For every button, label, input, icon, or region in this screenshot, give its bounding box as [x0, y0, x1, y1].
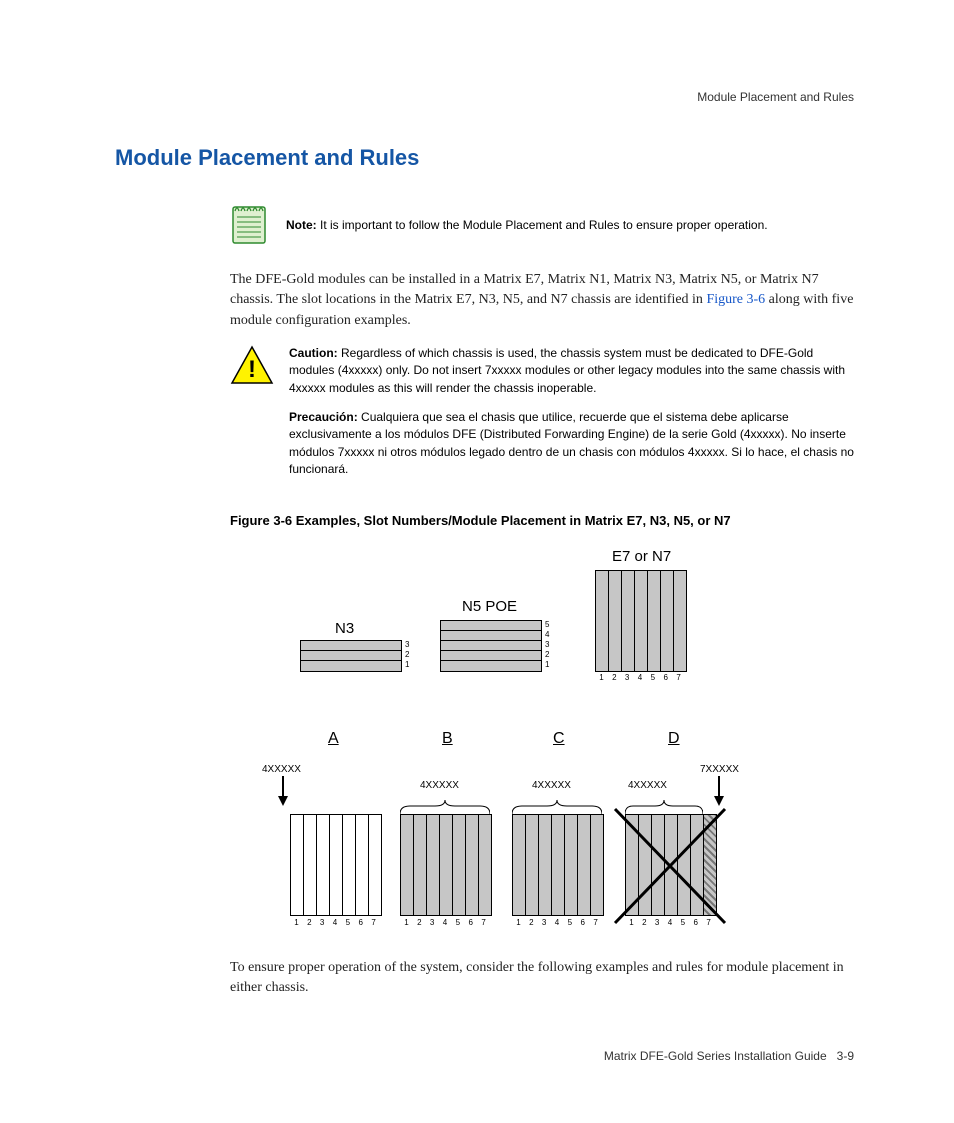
notepad-icon	[230, 201, 268, 245]
slot-num: 6	[576, 918, 589, 927]
e7-slot-numbers: 1 2 3 4 5 6 7	[595, 673, 685, 682]
figure-link[interactable]: Figure 3-6	[706, 292, 765, 307]
slot-num: 3	[405, 640, 409, 650]
slot-num: 2	[303, 918, 316, 927]
slot-num: 3	[316, 918, 329, 927]
e7-chassis	[595, 570, 687, 672]
slot-num: 7	[589, 918, 602, 927]
slot-num: 2	[525, 918, 538, 927]
example-a-box	[290, 814, 382, 916]
slot-num: 7	[672, 673, 685, 682]
slot-num: 1	[545, 660, 549, 670]
example-b-nums: 1234567	[400, 918, 490, 927]
example-d-letter: D	[668, 730, 680, 748]
footer-book: Matrix DFE-Gold Series Installation Guid…	[604, 1049, 827, 1063]
slot-num: 4	[329, 918, 342, 927]
intro-paragraph: The DFE-Gold modules can be installed in…	[230, 270, 854, 331]
caution-en: Caution: Regardless of which chassis is …	[289, 345, 854, 397]
note-label: Note:	[286, 218, 317, 232]
mod-b-label: 4XXXXX	[420, 780, 459, 791]
n5-label: N5 POE	[462, 598, 517, 615]
arrow-shaft	[718, 776, 720, 796]
example-a-nums: 1234567	[290, 918, 380, 927]
slot-num: 7	[367, 918, 380, 927]
footer-page: 3-9	[837, 1049, 854, 1063]
slot-num: 3	[545, 640, 549, 650]
slot-num: 5	[563, 918, 576, 927]
slot-num: 1	[290, 918, 303, 927]
slot-num: 5	[341, 918, 354, 927]
warning-icon: !	[230, 345, 274, 385]
section-title: Module Placement and Rules	[115, 145, 854, 171]
svg-text:!: !	[248, 356, 256, 383]
slot-num: 1	[595, 673, 608, 682]
example-c-box	[512, 814, 604, 916]
n5-slot-numbers: 5 4 3 2 1	[545, 620, 549, 670]
slot-num: 2	[405, 650, 409, 660]
invalid-x-icon	[610, 804, 730, 928]
example-a-letter: A	[328, 730, 339, 748]
caution-label: Caution:	[289, 346, 338, 360]
caution-text-es: Cualquiera que sea el chasis que utilice…	[289, 410, 854, 476]
slot-num: 4	[634, 673, 647, 682]
n5-chassis	[440, 620, 542, 672]
mod-a-label: 4XXXXX	[262, 764, 301, 775]
e7-label: E7 or N7	[612, 548, 671, 565]
page-footer: Matrix DFE-Gold Series Installation Guid…	[604, 1049, 854, 1063]
slot-num: 4	[551, 918, 564, 927]
slot-num: 5	[545, 620, 549, 630]
brace-icon	[512, 792, 602, 814]
slot-num: 2	[608, 673, 621, 682]
figure-3-6: N3 3 2 1 N5 POE 5 4 3 2 1 E7 or N7 1 2 3…	[230, 548, 854, 958]
n3-slot-numbers: 3 2 1	[405, 640, 409, 670]
arrow-shaft	[282, 776, 284, 796]
slot-num: 7	[477, 918, 490, 927]
slot-num: 6	[354, 918, 367, 927]
example-c-nums: 1234567	[512, 918, 602, 927]
example-b-box	[400, 814, 492, 916]
slot-num: 5	[646, 673, 659, 682]
n3-label: N3	[335, 620, 354, 637]
note-body: It is important to follow the Module Pla…	[320, 218, 768, 232]
note-block: Note: It is important to follow the Modu…	[230, 201, 854, 245]
caution-es: Precaución: Cualquiera que sea el chasis…	[289, 409, 854, 479]
mod-d4-label: 4XXXXX	[628, 780, 667, 791]
example-c-letter: C	[553, 730, 565, 748]
caution-label-es: Precaución:	[289, 410, 358, 424]
brace-icon	[400, 792, 490, 814]
figure-caption: Figure 3-6 Examples, Slot Numbers/Module…	[230, 513, 854, 528]
slot-num: 6	[659, 673, 672, 682]
slot-num: 4	[545, 630, 549, 640]
slot-num: 2	[545, 650, 549, 660]
slot-num: 3	[538, 918, 551, 927]
slot-num: 4	[439, 918, 452, 927]
note-text: Note: It is important to follow the Modu…	[286, 201, 768, 234]
slot-num: 3	[621, 673, 634, 682]
example-b-letter: B	[442, 730, 453, 748]
slot-num: 2	[413, 918, 426, 927]
slot-num: 3	[426, 918, 439, 927]
slot-num: 1	[512, 918, 525, 927]
caution-block: ! Caution: Regardless of which chassis i…	[230, 345, 854, 491]
closing-paragraph: To ensure proper operation of the system…	[230, 958, 854, 999]
slot-num: 6	[464, 918, 477, 927]
mod-d7-label: 7XXXXX	[700, 764, 739, 775]
slot-num: 1	[400, 918, 413, 927]
slot-num: 1	[405, 660, 409, 670]
running-header: Module Placement and Rules	[697, 90, 854, 104]
slot-num: 5	[451, 918, 464, 927]
caution-text: Regardless of which chassis is used, the…	[289, 346, 845, 395]
arrow-down-icon	[278, 796, 288, 806]
mod-c-label: 4XXXXX	[532, 780, 571, 791]
n3-chassis	[300, 640, 402, 672]
